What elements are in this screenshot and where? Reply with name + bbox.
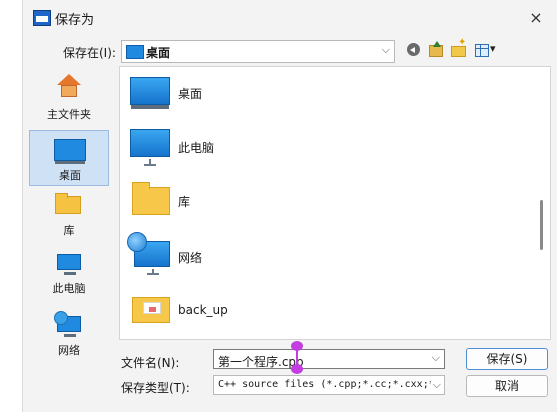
computer-icon [130,129,170,167]
library-icon [132,182,170,215]
title-bar: 保存为 × [23,0,557,36]
save-in-label: 保存在(I): [63,46,116,60]
save-button[interactable]: 保存(S) [466,348,548,370]
item-label: 库 [178,195,191,209]
network-icon [54,311,81,337]
back-icon[interactable] [405,41,423,59]
chevron-down-icon: ⌵ [430,378,441,392]
list-item[interactable]: 网络 [127,232,428,283]
chevron-down-icon: ⌵ [381,43,390,56]
up-folder-icon[interactable] [427,41,445,59]
place-label: 库 [63,224,75,237]
desktop-icon [130,77,170,109]
chevron-down-icon[interactable]: ⌵ [432,351,440,365]
filename-input[interactable]: 第一个程序.cpp ⌵ [213,349,445,369]
list-item[interactable]: back_up [128,287,428,337]
place-home[interactable]: 主文件夹 [29,68,109,128]
place-network[interactable]: 网络 [29,311,109,364]
app-icon [33,10,51,26]
dialog-title: 保存为 [55,13,95,28]
folder-icon [132,297,170,323]
place-label: 桌面 [59,169,81,182]
place-label: 主文件夹 [47,108,91,121]
list-item[interactable]: 库 [128,177,428,227]
desktop-icon [126,45,144,59]
place-desktop[interactable]: 桌面 [29,130,109,186]
place-computer[interactable]: 此电脑 [29,252,109,304]
location-dropdown[interactable]: 桌面 ⌵ [121,40,395,63]
library-icon [55,193,81,214]
close-button[interactable]: × [524,6,548,30]
place-library[interactable]: 库 [29,192,109,244]
computer-icon [57,254,81,275]
cancel-button[interactable]: 取消 [466,375,548,397]
list-item[interactable]: 此电脑 [128,123,428,173]
item-label: 此电脑 [178,141,215,155]
item-label: 桌面 [178,87,203,101]
desktop-icon [54,139,86,164]
new-folder-icon[interactable] [449,37,467,59]
item-label: back_up [178,303,228,317]
view-menu-icon[interactable] [473,41,501,59]
file-list-scrollbar[interactable] [540,200,543,250]
places-sidebar: 主文件夹 桌面 库 此电脑 网络 [29,68,109,368]
place-label: 此电脑 [52,282,86,295]
save-as-dialog: 保存为 × 保存在(I): 桌面 ⌵ 主文件夹 桌面 库 此电脑 [22,0,557,412]
network-icon [127,232,170,275]
filetype-value: C++ source files (*.cpp;*.cc;*.cxx;*. [218,379,441,390]
list-item[interactable]: 桌面 [128,69,428,119]
item-label: 网络 [178,251,203,265]
file-list: 桌面 此电脑 库 网络 back_up [119,66,551,340]
text-cursor-marker [291,364,303,374]
home-icon [57,74,81,98]
filetype-dropdown[interactable]: C++ source files (*.cpp;*.cc;*.cxx;*. ⌵ [213,375,445,395]
filename-label: 文件名(N): [121,356,180,370]
place-label: 网络 [58,344,80,357]
filetype-label: 保存类型(T): [121,381,190,395]
location-value: 桌面 [146,46,171,60]
